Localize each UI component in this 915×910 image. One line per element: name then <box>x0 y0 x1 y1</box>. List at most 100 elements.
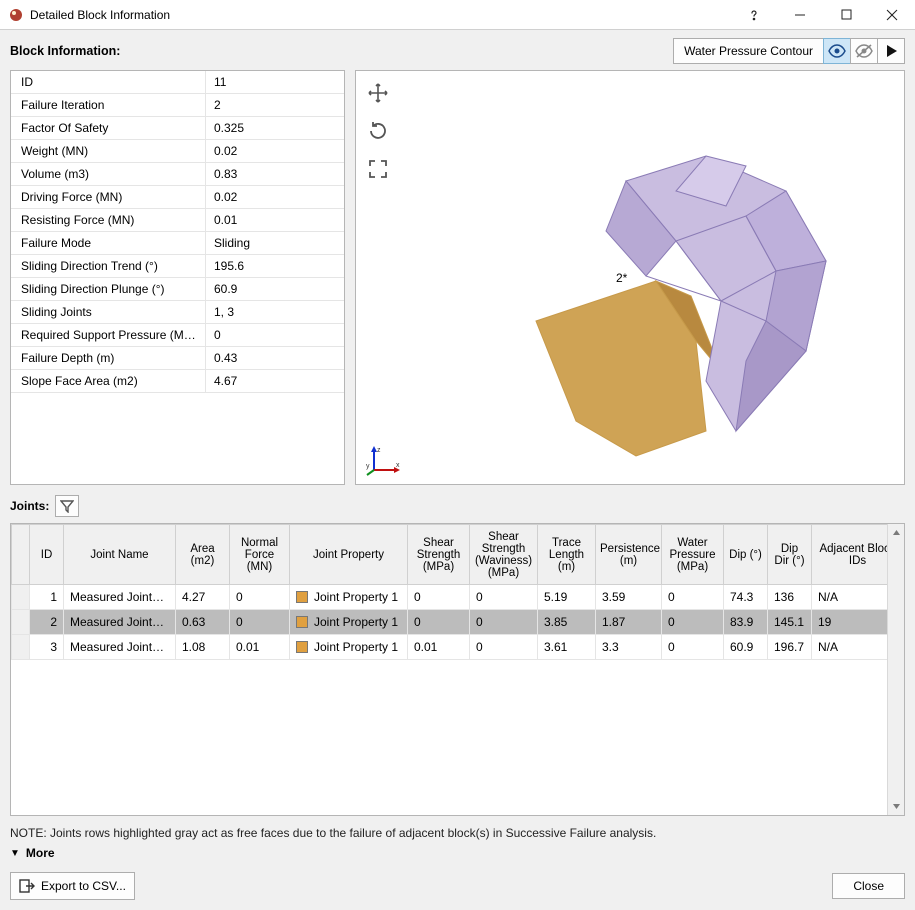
show-visible-button[interactable] <box>823 38 851 64</box>
col-dip-dir[interactable]: Dip Dir (°) <box>768 525 812 585</box>
property-key: Sliding Direction Trend (°) <box>11 255 206 277</box>
pan-tool[interactable] <box>364 79 392 107</box>
note-text: NOTE: Joints rows highlighted gray act a… <box>0 820 915 844</box>
filter-button[interactable] <box>55 495 79 517</box>
property-key: Failure Iteration <box>11 94 206 116</box>
col-dip[interactable]: Dip (°) <box>724 525 768 585</box>
vertical-scrollbar[interactable] <box>887 524 904 815</box>
property-row[interactable]: Sliding Joints1, 3 <box>11 301 344 324</box>
row-handle[interactable] <box>12 635 30 660</box>
close-window-button[interactable] <box>869 0 915 30</box>
property-row[interactable]: Failure Depth (m)0.43 <box>11 347 344 370</box>
property-key: Sliding Joints <box>11 301 206 323</box>
property-row[interactable]: Sliding Direction Plunge (°)60.9 <box>11 278 344 301</box>
joints-header-row: Joints: <box>0 491 915 521</box>
col-id[interactable]: ID <box>30 525 64 585</box>
table-cell: 1 <box>30 585 64 610</box>
titlebar: Detailed Block Information <box>0 0 915 30</box>
table-cell: 3 <box>30 635 64 660</box>
row-handle[interactable] <box>12 610 30 635</box>
col-area[interactable]: Area (m2) <box>176 525 230 585</box>
rotate-tool[interactable] <box>364 117 392 145</box>
close-button[interactable]: Close <box>832 873 905 899</box>
table-cell: 1.08 <box>176 635 230 660</box>
help-button[interactable] <box>731 0 777 30</box>
property-table: ID11Failure Iteration2Factor Of Safety0.… <box>10 70 345 485</box>
move-icon <box>366 81 390 105</box>
property-key: Factor Of Safety <box>11 117 206 139</box>
scroll-up-icon[interactable] <box>888 524 905 541</box>
table-cell: 74.3 <box>724 585 768 610</box>
rotate-ccw-icon <box>366 119 390 143</box>
fit-tool[interactable] <box>364 155 392 183</box>
chevron-down-icon: ▼ <box>10 848 20 859</box>
more-expander[interactable]: ▼ More <box>0 844 915 866</box>
svg-text:x: x <box>396 462 400 469</box>
col-water-pressure[interactable]: Water Pressure (MPa) <box>662 525 724 585</box>
property-row[interactable]: Volume (m3)0.83 <box>11 163 344 186</box>
joints-label: Joints: <box>10 499 49 513</box>
axis-gizmo: z x y <box>366 444 402 476</box>
minimize-button[interactable] <box>777 0 823 30</box>
joint-property-swatch <box>296 591 308 603</box>
joint-property-label: Joint Property 1 <box>314 590 398 604</box>
table-cell: Measured Joints-2... <box>64 585 176 610</box>
property-row[interactable]: Failure Iteration2 <box>11 94 344 117</box>
hide-button[interactable] <box>850 38 878 64</box>
property-value: 0 <box>206 324 344 346</box>
table-header-row: ID Joint Name Area (m2) Normal Force (MN… <box>12 525 904 585</box>
property-row[interactable]: ID11 <box>11 71 344 94</box>
table-cell: 136 <box>768 585 812 610</box>
property-row[interactable]: Driving Force (MN)0.02 <box>11 186 344 209</box>
table-row[interactable]: 3Measured Joints-801.080.01Joint Propert… <box>12 635 904 660</box>
col-joint-property[interactable]: Joint Property <box>290 525 408 585</box>
col-persistence[interactable]: Persistence (m) <box>596 525 662 585</box>
property-value: 1, 3 <box>206 301 344 323</box>
scroll-down-icon[interactable] <box>888 798 905 815</box>
col-shear-waviness[interactable]: Shear Strength (Waviness) (MPa) <box>470 525 538 585</box>
table-cell: 196.7 <box>768 635 812 660</box>
block-label: 2* <box>616 271 627 285</box>
col-joint-name[interactable]: Joint Name <box>64 525 176 585</box>
table-cell: Joint Property 1 <box>290 635 408 660</box>
table-cell: 0 <box>230 610 290 635</box>
table-row[interactable]: 1Measured Joints-2...4.270Joint Property… <box>12 585 904 610</box>
property-key: Failure Mode <box>11 232 206 254</box>
header-row: Block Information: Water Pressure Contou… <box>0 30 915 68</box>
property-value: 0.325 <box>206 117 344 139</box>
row-handle[interactable] <box>12 585 30 610</box>
col-trace-length[interactable]: Trace Length (m) <box>538 525 596 585</box>
property-row[interactable]: Required Support Pressure (MPa)0 <box>11 324 344 347</box>
svg-text:z: z <box>377 447 381 454</box>
property-value: 4.67 <box>206 370 344 392</box>
play-button[interactable] <box>877 38 905 64</box>
col-normal-force[interactable]: Normal Force (MN) <box>230 525 290 585</box>
content-row: ID11Failure Iteration2Factor Of Safety0.… <box>0 68 915 491</box>
table-cell: Measured Joints-80 <box>64 635 176 660</box>
table-cell: 5.19 <box>538 585 596 610</box>
property-row[interactable]: Resisting Force (MN)0.01 <box>11 209 344 232</box>
property-row[interactable]: Sliding Direction Trend (°)195.6 <box>11 255 344 278</box>
table-cell: 83.9 <box>724 610 768 635</box>
property-row[interactable]: Weight (MN)0.02 <box>11 140 344 163</box>
col-shear-strength[interactable]: Shear Strength (MPa) <box>408 525 470 585</box>
viewer-toolbar: Water Pressure Contour <box>673 38 905 64</box>
property-row[interactable]: Factor Of Safety0.325 <box>11 117 344 140</box>
block-viewer[interactable]: 2* z x y <box>355 70 905 485</box>
col-spacer[interactable] <box>12 525 30 585</box>
export-label: Export to CSV... <box>41 879 126 893</box>
export-csv-button[interactable]: Export to CSV... <box>10 872 135 900</box>
water-pressure-contour-button[interactable]: Water Pressure Contour <box>673 38 824 64</box>
block-info-label: Block Information: <box>10 44 120 58</box>
app-icon <box>8 7 24 23</box>
maximize-button[interactable] <box>823 0 869 30</box>
property-row[interactable]: Failure ModeSliding <box>11 232 344 255</box>
property-value: Sliding <box>206 232 344 254</box>
table-cell: 0 <box>470 610 538 635</box>
table-row[interactable]: 2Measured Joints-2...0.630Joint Property… <box>12 610 904 635</box>
property-key: ID <box>11 71 206 93</box>
property-row[interactable]: Slope Face Area (m2)4.67 <box>11 370 344 393</box>
play-icon <box>884 44 898 58</box>
joints-table[interactable]: ID Joint Name Area (m2) Normal Force (MN… <box>11 524 904 660</box>
window-title: Detailed Block Information <box>30 8 731 22</box>
